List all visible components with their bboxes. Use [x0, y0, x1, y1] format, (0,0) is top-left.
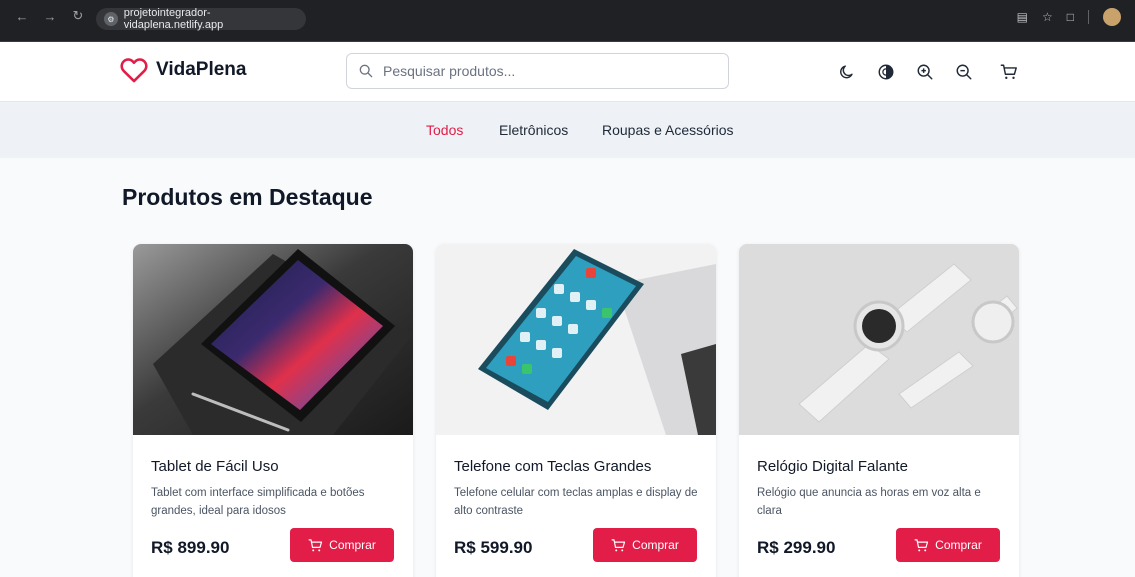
product-price: R$ 299.90	[757, 538, 836, 557]
bookmark-star-icon[interactable]: ☆	[1042, 10, 1053, 24]
toolbar-divider	[1088, 10, 1089, 24]
header-actions	[836, 61, 1020, 83]
product-image[interactable]	[133, 244, 413, 435]
tablet-image	[133, 244, 413, 435]
product-price: R$ 599.90	[454, 538, 533, 557]
forward-icon[interactable]: →	[42, 8, 58, 24]
buy-button[interactable]: Comprar	[896, 528, 1000, 562]
buy-button-label: Comprar	[632, 538, 679, 552]
address-bar[interactable]: ⚙ projetointegrador-vidaplena.netlify.ap…	[96, 7, 306, 31]
high-contrast-toggle[interactable]	[875, 61, 897, 83]
translate-icon[interactable]: ▤	[1017, 10, 1028, 24]
section-title: Produtos em Destaque	[122, 184, 373, 210]
category-roupas-acessorios[interactable]: Roupas e Acessórios	[602, 122, 734, 138]
cart-icon	[611, 538, 626, 551]
back-icon[interactable]: ←	[14, 8, 30, 24]
buy-button[interactable]: Comprar	[290, 528, 394, 562]
site-info-icon[interactable]: ⚙	[104, 12, 118, 26]
browser-nav: ← → ↻	[14, 8, 86, 24]
browser-actions: ▤ ☆ □	[1017, 8, 1121, 26]
search-icon	[359, 64, 373, 78]
logo[interactable]: VidaPlena	[120, 57, 246, 83]
product-image[interactable]	[739, 244, 1019, 435]
search-input[interactable]	[383, 63, 703, 79]
zoom-in-button[interactable]	[914, 61, 936, 83]
address-text: projetointegrador-vidaplena.netlify.app	[123, 7, 224, 31]
logo-text: VidaPlena	[156, 59, 247, 80]
category-todos[interactable]: Todos	[426, 122, 463, 138]
moon-icon	[840, 65, 853, 79]
profile-avatar[interactable]	[1103, 8, 1121, 26]
product-description: Tablet com interface simplificada e botõ…	[151, 487, 365, 517]
extensions-icon[interactable]: □	[1067, 10, 1074, 24]
cart-icon	[914, 538, 929, 551]
dark-mode-toggle[interactable]	[836, 61, 858, 83]
product-name: Telefone com Teclas Grandes	[454, 458, 652, 475]
product-name: Relógio Digital Falante	[757, 458, 908, 475]
buy-button[interactable]: Comprar	[593, 528, 697, 562]
product-price: R$ 899.90	[151, 538, 230, 557]
zoom-in-icon	[917, 64, 933, 80]
buy-button-label: Comprar	[935, 538, 982, 552]
site-header: VidaPlena	[0, 42, 1135, 102]
heart-icon	[120, 58, 148, 83]
product-image[interactable]	[436, 244, 716, 435]
category-nav: Todos Eletrônicos Roupas e Acessórios	[0, 102, 1135, 158]
reload-icon[interactable]: ↻	[70, 8, 86, 24]
browser-toolbar: ← → ↻ ⚙ projetointegrador-vidaplena.netl…	[0, 0, 1135, 42]
buy-button-label: Comprar	[329, 538, 376, 552]
contrast-icon	[878, 64, 894, 80]
cart-icon	[308, 538, 323, 551]
product-card: Telefone com Teclas Grandes Telefone cel…	[436, 244, 716, 577]
watch-image	[739, 244, 1019, 435]
cart-icon	[1000, 64, 1017, 80]
zoom-out-icon	[956, 64, 972, 80]
product-description: Relógio que anuncia as horas em voz alta…	[757, 487, 981, 517]
phone-image	[436, 244, 716, 435]
cart-button[interactable]	[998, 61, 1020, 83]
product-card: Relógio Digital Falante Relógio que anun…	[739, 244, 1019, 577]
product-description: Telefone celular com teclas amplas e dis…	[454, 487, 698, 517]
zoom-out-button[interactable]	[953, 61, 975, 83]
product-card: Tablet de Fácil Uso Tablet com interface…	[133, 244, 413, 577]
category-eletronicos[interactable]: Eletrônicos	[499, 122, 568, 138]
product-name: Tablet de Fácil Uso	[151, 458, 279, 475]
search-box[interactable]	[346, 53, 729, 89]
